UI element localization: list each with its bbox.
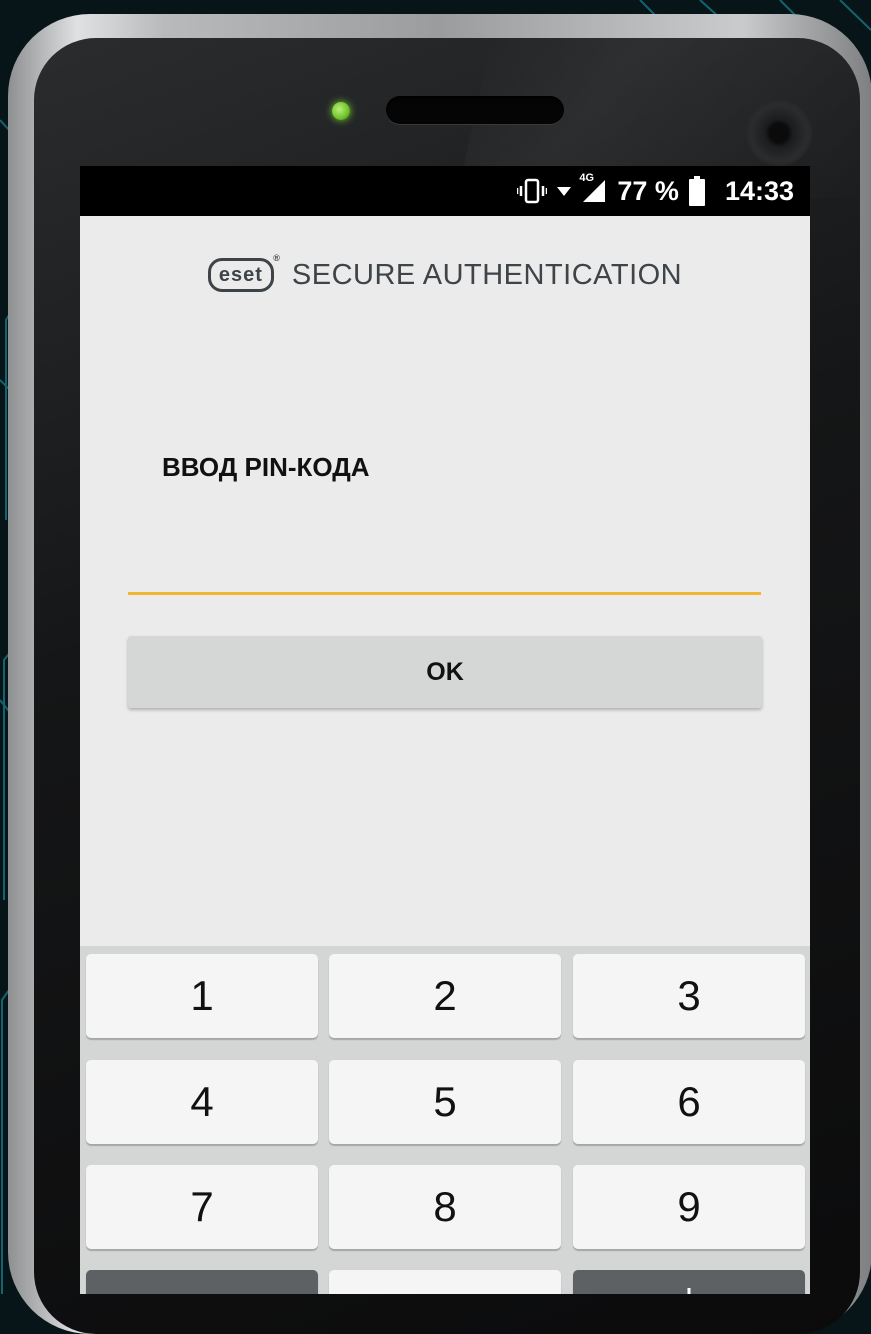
- key-8[interactable]: 8: [329, 1165, 561, 1249]
- wifi-icon: [557, 185, 572, 197]
- app-header: eset ® SECURE AUTHENTICATION: [80, 253, 810, 292]
- key-5[interactable]: 5: [329, 1060, 561, 1144]
- vibrate-icon: [517, 178, 548, 204]
- key-7[interactable]: 7: [86, 1165, 318, 1249]
- key-6[interactable]: 6: [573, 1060, 805, 1144]
- earpiece-speaker: [386, 96, 564, 124]
- battery-percent: 77 %: [617, 175, 679, 206]
- eset-logo-text: eset: [218, 263, 263, 286]
- page-title: ВВОД PIN-КОДА: [162, 452, 370, 482]
- key-4[interactable]: 4: [86, 1060, 318, 1144]
- eset-logo: eset ®: [207, 253, 280, 292]
- signal-4g-icon: 4G: [579, 172, 607, 204]
- network-type-label: 4G: [579, 172, 595, 184]
- notification-led: [332, 102, 350, 120]
- key-9[interactable]: 9: [573, 1165, 805, 1249]
- key-symbols[interactable]: [86, 1270, 318, 1294]
- numeric-keypad: 1 2 3 4 5 6 7 8 9 +: [80, 946, 810, 1294]
- key-1[interactable]: 1: [86, 954, 318, 1038]
- app-title: SECURE AUTHENTICATION: [291, 258, 683, 291]
- status-clock: 14:33: [724, 175, 794, 206]
- key-3[interactable]: 3: [573, 954, 805, 1038]
- phone-screen: 4G 77 % 14:33 eset ® SECURE AUTHENTICATI…: [80, 166, 810, 1294]
- battery-icon: [688, 176, 705, 206]
- pin-input[interactable]: [128, 546, 761, 595]
- front-camera: [746, 100, 812, 166]
- key-0[interactable]: [329, 1270, 561, 1294]
- key-plus[interactable]: +: [573, 1270, 805, 1294]
- ok-button[interactable]: OK: [128, 636, 762, 708]
- status-bar: 4G 77 % 14:33: [80, 166, 810, 216]
- key-2[interactable]: 2: [329, 954, 561, 1038]
